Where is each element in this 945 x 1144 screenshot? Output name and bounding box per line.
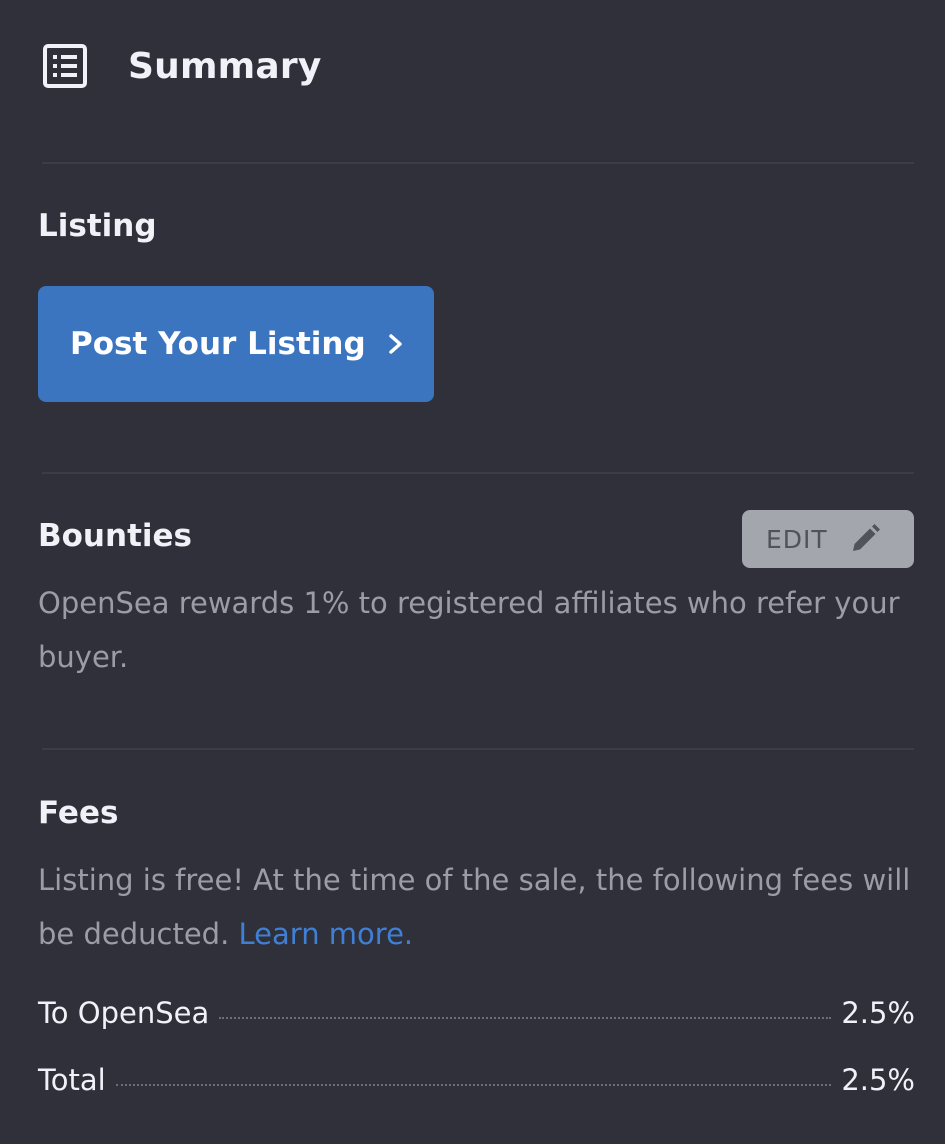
divider [42, 472, 914, 474]
pencil-icon [848, 522, 882, 556]
fee-name: To OpenSea [38, 996, 210, 1030]
bounties-section-title: Bounties [38, 518, 192, 554]
fees-description-block: Listing is free! At the time of the sale… [38, 853, 918, 961]
post-listing-button[interactable]: Post Your Listing [38, 286, 434, 402]
dotted-leader [115, 1084, 832, 1086]
summary-header: Summary [42, 36, 322, 96]
fee-row-opensea: To OpenSea 2.5% [38, 996, 915, 1036]
fees-description: Listing is free! At the time of the sale… [38, 863, 911, 951]
divider [42, 748, 914, 750]
fees-section-title: Fees [38, 795, 119, 831]
dotted-leader [219, 1017, 832, 1019]
fee-value: 2.5% [841, 996, 915, 1030]
summary-panel: Summary Listing Post Your Listing Bounti… [0, 0, 945, 1144]
listing-section-title: Listing [38, 208, 157, 244]
fee-value: 2.5% [841, 1063, 915, 1097]
post-listing-label: Post Your Listing [70, 326, 366, 362]
learn-more-link[interactable]: Learn more. [239, 917, 414, 951]
fee-row-total: Total 2.5% [38, 1063, 915, 1103]
fee-name: Total [38, 1063, 106, 1097]
list-icon [42, 43, 88, 89]
edit-bounties-button[interactable]: EDIT [742, 510, 914, 568]
page-title: Summary [128, 45, 322, 87]
bounties-description: OpenSea rewards 1% to registered affilia… [38, 586, 900, 674]
edit-label: EDIT [766, 524, 828, 554]
chevron-right-icon [384, 333, 406, 355]
divider [42, 162, 914, 164]
